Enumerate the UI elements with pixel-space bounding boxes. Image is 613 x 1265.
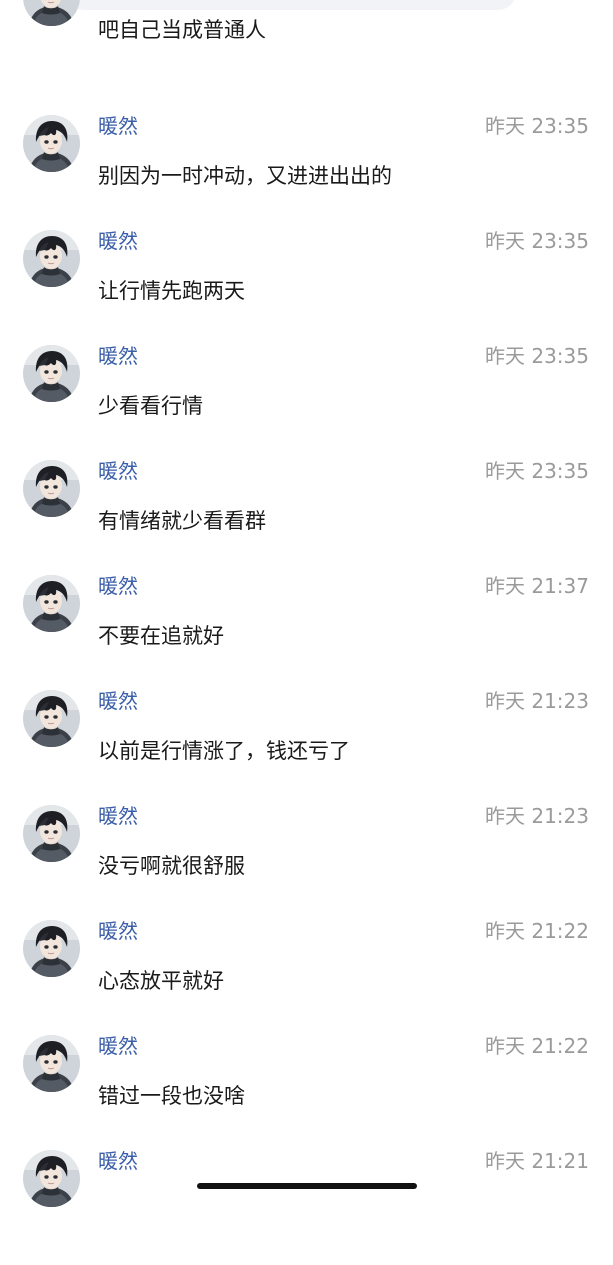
message-timestamp: 昨天 21:23 bbox=[485, 689, 589, 713]
sender-name[interactable]: 暖然 bbox=[98, 573, 138, 599]
anime-boy-avatar-icon bbox=[23, 690, 80, 747]
avatar[interactable] bbox=[23, 345, 80, 402]
message-timestamp: 昨天 21:21 bbox=[485, 1149, 589, 1173]
chat-message: 暖然 昨天 23:35 有情绪就少看看群 bbox=[0, 458, 613, 575]
message-text: 不要在追就好 bbox=[98, 624, 224, 648]
anime-boy-avatar-icon bbox=[23, 1150, 80, 1207]
sender-name[interactable]: 暖然 bbox=[98, 688, 138, 714]
message-text: 心态放平就好 bbox=[98, 969, 224, 993]
message-text: 吧自己当成普通人 bbox=[98, 18, 266, 42]
sender-name[interactable]: 暖然 bbox=[98, 343, 138, 369]
message-timestamp: 昨天 23:35 bbox=[485, 114, 589, 138]
anime-boy-avatar-icon bbox=[23, 345, 80, 402]
chat-message: 暖然 昨天 21:21 bbox=[0, 1148, 613, 1265]
anime-boy-avatar-icon bbox=[23, 460, 80, 517]
anime-boy-avatar-icon bbox=[23, 920, 80, 977]
message-text: 有情绪就少看看群 bbox=[98, 509, 266, 533]
chat-message-list[interactable]: 吧自己当成普通人 暖然 昨天 23:35 别因为一时冲动，又进进出出的 暖然 昨… bbox=[0, 0, 613, 1199]
sender-name[interactable]: 暖然 bbox=[98, 458, 138, 484]
anime-boy-avatar-icon bbox=[23, 115, 80, 172]
message-text: 以前是行情涨了，钱还亏了 bbox=[98, 739, 350, 763]
chat-message: 暖然 昨天 21:23 以前是行情涨了，钱还亏了 bbox=[0, 688, 613, 805]
message-text: 让行情先跑两天 bbox=[98, 279, 245, 303]
avatar[interactable] bbox=[23, 230, 80, 287]
chat-message-partial: 吧自己当成普通人 bbox=[0, 0, 613, 84]
message-timestamp: 昨天 23:35 bbox=[485, 344, 589, 368]
message-timestamp: 昨天 21:22 bbox=[485, 1034, 589, 1058]
message-timestamp: 昨天 23:35 bbox=[485, 229, 589, 253]
avatar[interactable] bbox=[23, 920, 80, 977]
anime-boy-avatar-icon bbox=[23, 0, 80, 26]
avatar[interactable] bbox=[23, 690, 80, 747]
chat-message: 暖然 昨天 23:35 别因为一时冲动，又进进出出的 bbox=[0, 113, 613, 230]
message-timestamp: 昨天 21:37 bbox=[485, 574, 589, 598]
chat-message: 暖然 昨天 21:23 没亏啊就很舒服 bbox=[0, 803, 613, 920]
chat-message: 暖然 昨天 23:35 少看看行情 bbox=[0, 343, 613, 460]
avatar[interactable] bbox=[23, 0, 80, 26]
sender-name[interactable]: 暖然 bbox=[98, 918, 138, 944]
message-timestamp: 昨天 21:23 bbox=[485, 804, 589, 828]
anime-boy-avatar-icon bbox=[23, 805, 80, 862]
anime-boy-avatar-icon bbox=[23, 575, 80, 632]
avatar[interactable] bbox=[23, 1035, 80, 1092]
sender-name[interactable]: 暖然 bbox=[98, 1033, 138, 1059]
avatar[interactable] bbox=[23, 1150, 80, 1207]
message-text: 错过一段也没啥 bbox=[98, 1084, 245, 1108]
sender-name[interactable]: 暖然 bbox=[98, 1148, 138, 1174]
message-timestamp: 昨天 23:35 bbox=[485, 459, 589, 483]
sender-name[interactable]: 暖然 bbox=[98, 228, 138, 254]
message-text: 没亏啊就很舒服 bbox=[98, 854, 245, 878]
chat-message: 暖然 昨天 21:22 错过一段也没啥 bbox=[0, 1033, 613, 1150]
message-timestamp: 昨天 21:22 bbox=[485, 919, 589, 943]
home-indicator[interactable] bbox=[197, 1183, 417, 1189]
anime-boy-avatar-icon bbox=[23, 1035, 80, 1092]
message-text: 别因为一时冲动，又进进出出的 bbox=[98, 164, 392, 188]
chat-message: 暖然 昨天 23:35 让行情先跑两天 bbox=[0, 228, 613, 345]
avatar[interactable] bbox=[23, 805, 80, 862]
avatar[interactable] bbox=[23, 575, 80, 632]
anime-boy-avatar-icon bbox=[23, 230, 80, 287]
avatar[interactable] bbox=[23, 460, 80, 517]
message-text: 少看看行情 bbox=[98, 394, 203, 418]
sender-name[interactable]: 暖然 bbox=[98, 113, 138, 139]
sender-name[interactable]: 暖然 bbox=[98, 803, 138, 829]
chat-message: 暖然 昨天 21:37 不要在追就好 bbox=[0, 573, 613, 690]
chat-message: 暖然 昨天 21:22 心态放平就好 bbox=[0, 918, 613, 1035]
avatar[interactable] bbox=[23, 115, 80, 172]
